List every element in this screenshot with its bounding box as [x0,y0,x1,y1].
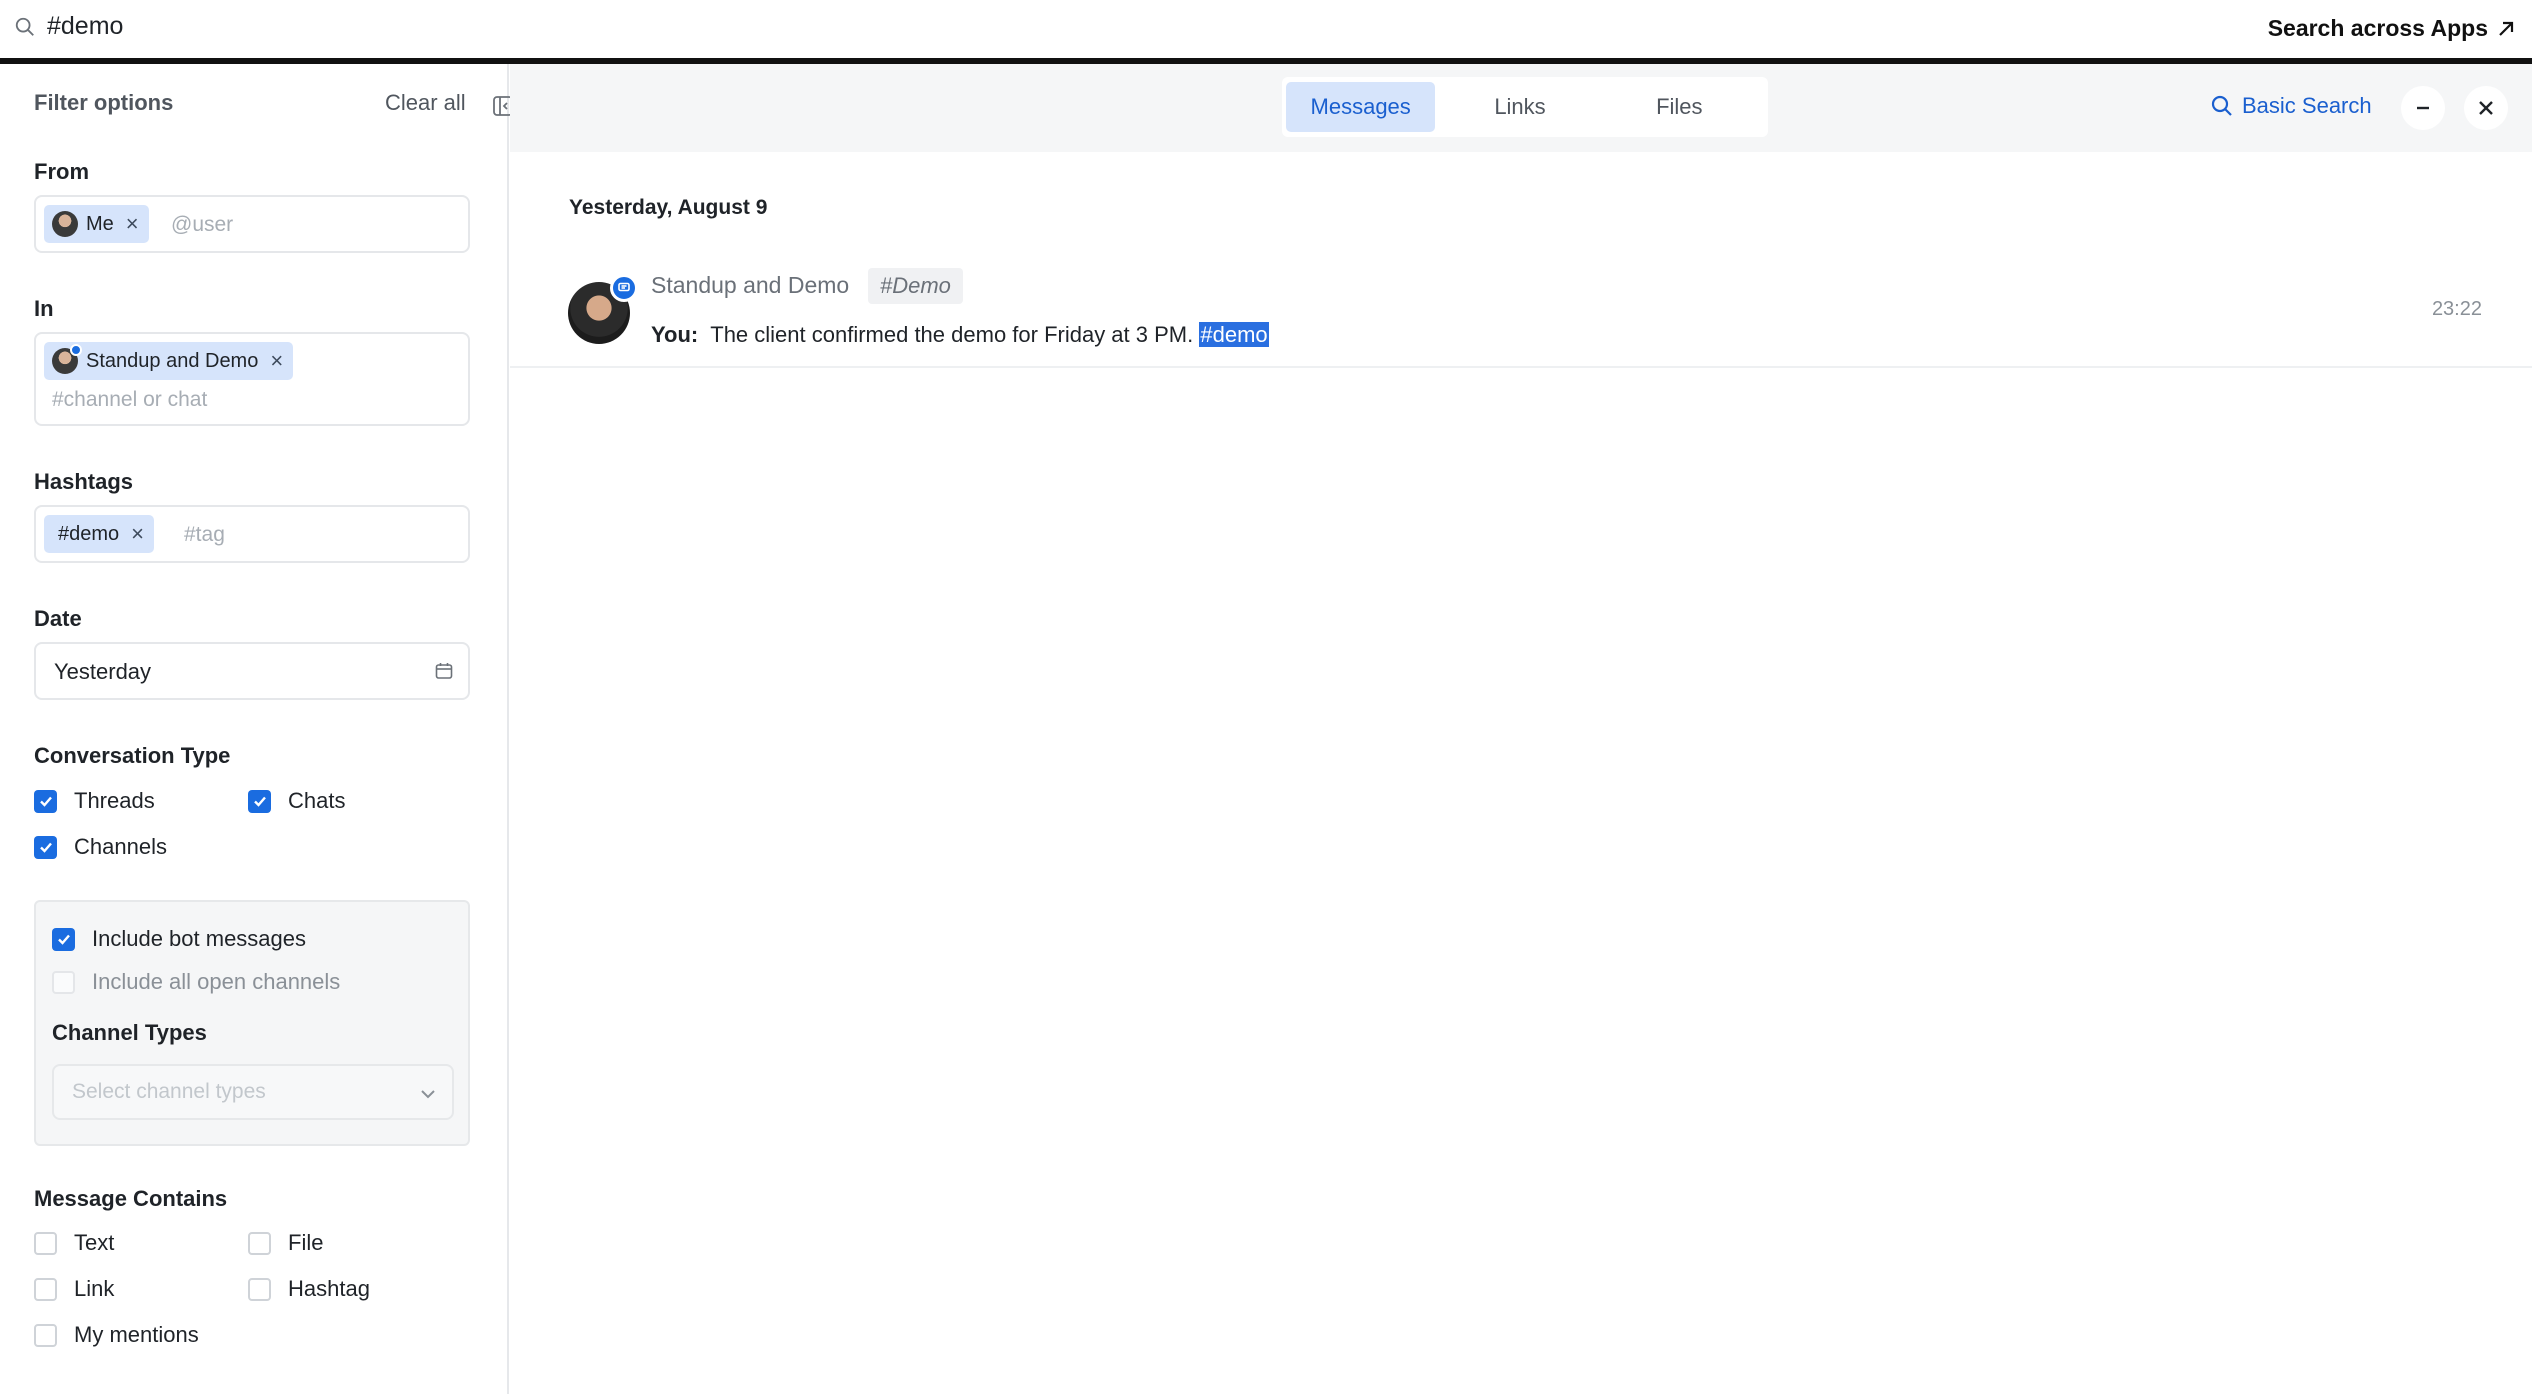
hashtag-input[interactable]: #tag [184,523,225,547]
result-hashtag-highlight[interactable]: #demo [1199,322,1269,347]
channel-options-panel: Include bot messages Include all open ch… [34,900,470,1146]
in-input[interactable]: #channel or chat [52,388,207,412]
message-contains-label: Message Contains [34,1186,228,1211]
clear-all-button[interactable]: Clear all [385,90,466,116]
from-field[interactable]: Me × @user [34,195,470,253]
checkbox-unchecked-icon [248,1277,271,1301]
minimize-button[interactable] [2401,86,2445,130]
result-sender: You: [651,322,699,347]
remove-chip-icon[interactable]: × [270,350,283,372]
search-query-input[interactable]: #demo [47,12,123,41]
chat-badge-icon [610,274,638,302]
date-label: Date [34,606,82,631]
search-bar: #demo Search across Apps [0,0,2532,58]
calendar-icon[interactable] [434,661,454,681]
checkbox-unchecked-icon [248,1231,271,1255]
in-field[interactable]: Standup and Demo × #channel or chat [34,332,470,426]
date-field[interactable]: Yesterday [34,642,470,700]
results-area: Messages Links Files Basic Search Yester… [510,64,2532,1394]
date-group-heading: Yesterday, August 9 [569,196,768,219]
channel-types-select[interactable]: Select channel types [52,1064,454,1120]
hashtag-chip: #demo × [44,515,155,553]
hashtags-field[interactable]: #demo × #tag [34,505,470,563]
checkbox-unchecked-icon [52,970,75,994]
include-open-channels-label: Include all open channels [92,969,341,994]
text-checkbox[interactable]: Text [34,1230,114,1256]
message-result-item[interactable]: Standup and Demo #Demo 23:22 You: The cli… [510,262,2532,368]
date-value: Yesterday [54,659,152,684]
result-timestamp: 23:22 [2431,298,2482,320]
result-tabs: Messages Links Files [1282,77,1768,137]
chats-label: Chats [288,788,346,813]
link-label: Link [74,1276,115,1301]
filter-sidebar: Filter options Clear all From Me × @user… [0,64,513,1394]
basic-search-button[interactable]: Basic Search [2210,93,2372,119]
chats-checkbox[interactable]: Chats [248,788,345,814]
my-mentions-checkbox[interactable]: My mentions [34,1322,199,1348]
tab-messages[interactable]: Messages [1286,82,1436,132]
checkbox-checked-icon [52,927,75,951]
in-label: In [34,296,54,321]
channel-avatar [52,344,82,374]
search-icon [15,17,34,36]
search-across-apps-label: Search across Apps [2267,15,2488,41]
threads-label: Threads [74,788,155,813]
minus-icon [2417,106,2429,110]
filter-options-title: Filter options [34,90,174,115]
checkbox-checked-icon [34,789,57,813]
threads-checkbox[interactable]: Threads [34,788,155,814]
from-label: From [34,159,89,184]
from-chip-label: Me [86,212,114,235]
checkbox-checked-icon [248,789,271,813]
chevron-down-icon [421,1090,435,1099]
close-button[interactable] [2464,86,2508,130]
checkbox-unchecked-icon [34,1231,57,1255]
hashtag-checkbox[interactable]: Hashtag [248,1276,370,1302]
result-chat-title: Standup and Demo [651,272,850,298]
result-message-text: The client confirmed the demo for Friday… [710,322,1194,347]
channel-badge-icon [70,344,82,356]
include-bot-messages-checkbox[interactable]: Include bot messages [52,926,306,952]
channel-types-label: Channel Types [52,1020,207,1045]
in-chip: Standup and Demo × [44,342,294,380]
hashtag-chip-label: #demo [58,522,120,545]
close-icon [2479,101,2493,115]
search-across-apps-button[interactable]: Search across Apps [2268,15,2516,42]
result-message-line: You: The client confirmed the demo for Fr… [651,322,1269,348]
checkbox-unchecked-icon [34,1323,57,1347]
link-checkbox[interactable]: Link [34,1276,114,1302]
search-icon [2211,95,2232,116]
conversation-type-label: Conversation Type [34,743,231,768]
from-chip: Me × [44,205,149,243]
avatar [52,211,78,237]
text-label: Text [74,1230,115,1255]
results-header: Messages Links Files Basic Search [510,64,2532,152]
include-open-channels-checkbox[interactable]: Include all open channels [52,969,340,995]
external-arrow-icon [2499,21,2514,36]
basic-search-label: Basic Search [2242,93,2372,118]
tab-files[interactable]: Files [1605,82,1754,132]
remove-chip-icon[interactable]: × [126,213,139,235]
channels-checkbox[interactable]: Channels [34,834,167,860]
hashtag-label: Hashtag [288,1276,370,1301]
file-label: File [288,1230,324,1255]
channel-types-placeholder: Select channel types [72,1080,266,1103]
checkbox-checked-icon [34,835,57,859]
from-input[interactable]: @user [171,213,233,237]
hashtags-label: Hashtags [34,469,134,494]
file-checkbox[interactable]: File [248,1230,323,1256]
result-channel-tag: #Demo [868,268,963,304]
tab-links[interactable]: Links [1445,82,1594,132]
remove-chip-icon[interactable]: × [131,523,144,545]
include-bot-messages-label: Include bot messages [92,926,307,951]
channels-label: Channels [74,834,167,859]
in-chip-label: Standup and Demo [86,349,259,372]
checkbox-unchecked-icon [34,1277,57,1301]
my-mentions-label: My mentions [74,1322,199,1347]
